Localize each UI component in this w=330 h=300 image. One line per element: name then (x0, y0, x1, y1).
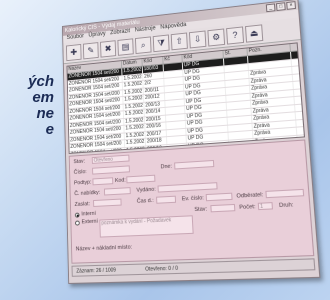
cislo-field[interactable] (92, 165, 130, 175)
delete-icon[interactable]: ✖ (100, 39, 117, 58)
vydano-label: Vydáno: (136, 186, 156, 194)
ev-cislo-label: Ev. číslo: (181, 195, 204, 203)
filter-icon[interactable]: ⧩ (152, 33, 170, 52)
cas-label: Čas d.: (136, 197, 154, 205)
footer-label: Název + nákladní místo: (75, 244, 133, 253)
close-button[interactable]: × (286, 1, 297, 10)
app-window: Kalorický CIS - Výdaj materiálu _ □ × So… (61, 0, 321, 284)
stav-field[interactable]: Otevřeno (91, 154, 130, 164)
pocet-label: Počet: (239, 203, 256, 212)
export-icon[interactable]: ⇧ (170, 32, 188, 50)
maximize-button[interactable]: □ (275, 2, 286, 12)
odberatel-label: Odběratel: (236, 192, 264, 200)
edit-icon[interactable]: ✎ (82, 41, 99, 59)
open-count: Otevřeno: 0 / 0 (145, 265, 179, 273)
kod-field[interactable] (126, 174, 156, 184)
exit-icon[interactable]: ⏏ (244, 23, 264, 43)
find-icon[interactable]: ⌕ (134, 35, 152, 54)
cas-field[interactable] (156, 195, 177, 204)
detail-form: Stav: Otevřeno Číslo: Dne: Podtyp: Kod: … (68, 139, 315, 264)
cislo-nabidky-field[interactable] (103, 187, 131, 196)
print-icon[interactable]: ▤ (117, 37, 134, 56)
new-icon[interactable]: ✚ (65, 43, 82, 61)
cislo-nabidky-label: Č. nabídky: (74, 189, 101, 198)
kod-label: Kod: (114, 177, 126, 185)
minimize-button[interactable]: _ (265, 3, 276, 13)
interni-label: Interní (81, 210, 97, 218)
stav2-label: Stav: (194, 206, 208, 214)
background-text: ých em ne e (4, 74, 54, 138)
druh-label: Druh: (278, 202, 294, 210)
externi-label: Externí (81, 218, 98, 226)
note-field[interactable]: poznámka k vydání - Požadavek (99, 215, 194, 238)
datum-label: Dne: (160, 163, 173, 171)
zaslat-label: Zaslat: (74, 201, 91, 208)
odberatel-field[interactable] (265, 188, 305, 199)
datum-field[interactable] (174, 159, 215, 170)
podtyp-field[interactable] (92, 177, 114, 186)
pocet-field[interactable]: 1 (257, 202, 274, 211)
zaslat-field[interactable] (93, 198, 122, 207)
bg-line: e (45, 121, 54, 138)
stav2-field[interactable] (210, 203, 236, 213)
import-icon[interactable]: ⇩ (188, 30, 207, 48)
bg-line: em (32, 89, 54, 106)
bg-line: ne (36, 105, 54, 122)
settings-icon[interactable]: ⚙ (207, 27, 226, 47)
stav-label: Stav: (73, 158, 86, 166)
ev-cislo-field[interactable] (205, 192, 233, 202)
vydano-field[interactable] (157, 182, 218, 193)
record-count: Záznam: 26 / 1009 (76, 266, 117, 275)
cislo-label: Číslo: (73, 169, 87, 176)
bg-line: ých (28, 73, 54, 90)
help-icon[interactable]: ? (226, 25, 245, 45)
externi-radio[interactable] (75, 220, 80, 226)
interni-radio[interactable] (74, 212, 80, 218)
podtyp-label: Podtyp: (73, 179, 92, 187)
